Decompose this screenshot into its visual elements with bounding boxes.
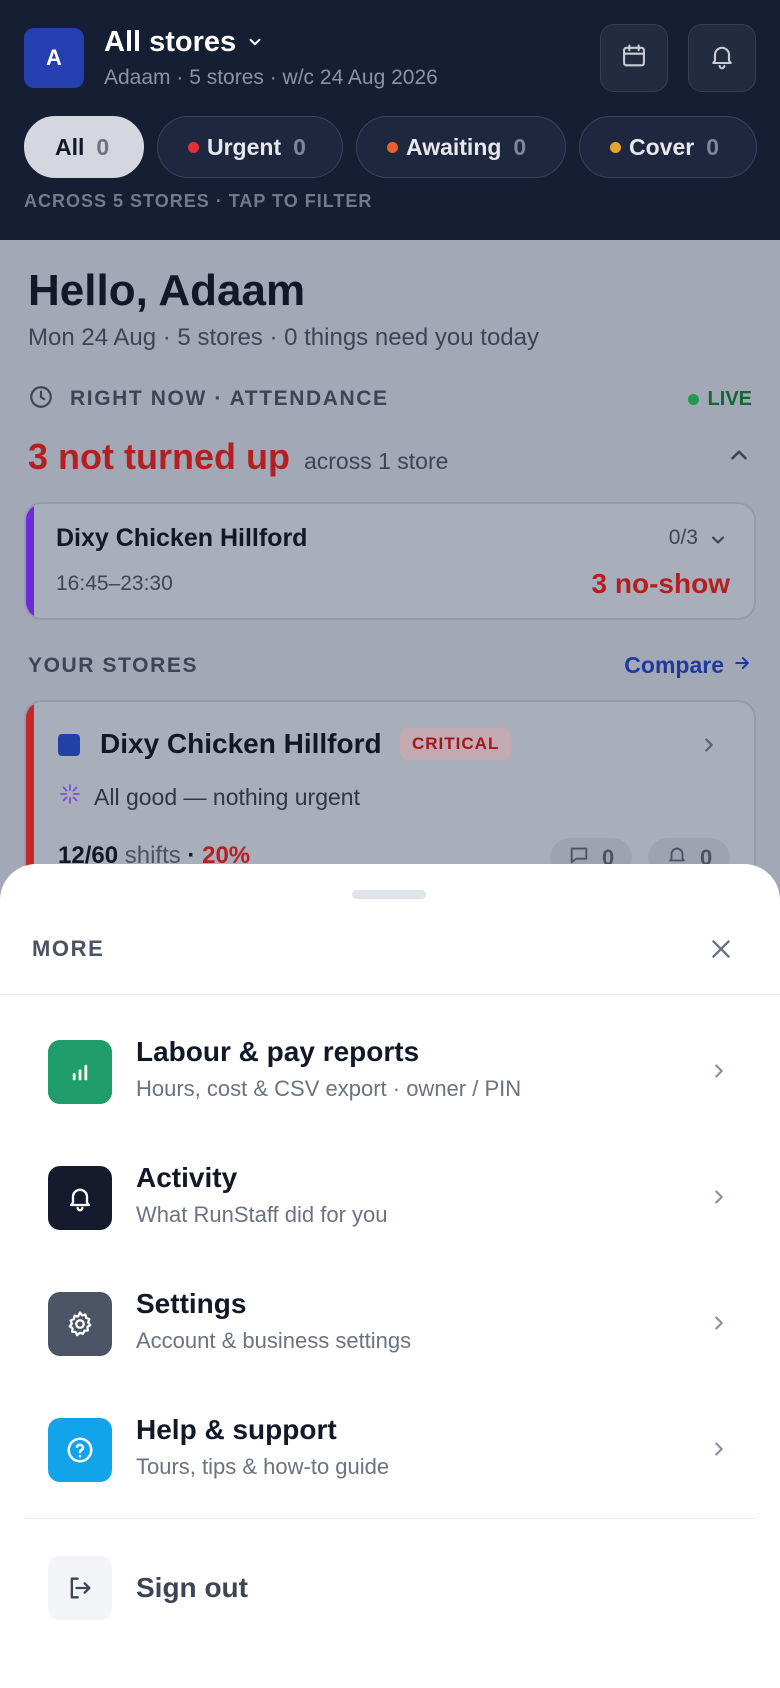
filter-chip-count: 0: [293, 133, 306, 160]
filter-chip-cover[interactable]: Cover 0: [579, 116, 757, 178]
sparkle-icon: [58, 782, 82, 812]
live-label: LIVE: [707, 387, 752, 410]
chevron-right-icon: [708, 1060, 730, 1087]
filter-chip-count: 0: [706, 133, 719, 160]
bell-icon: [48, 1166, 112, 1230]
critical-badge: CRITICAL: [400, 728, 512, 760]
compare-label: Compare: [624, 652, 724, 678]
menu-item-settings[interactable]: Settings Account & business settings: [48, 1284, 740, 1374]
awaiting-dot-icon: [387, 141, 398, 153]
menu-item-label: Settings: [136, 1288, 247, 1319]
calendar-button[interactable]: [600, 24, 668, 92]
menu-item-label: Labour & pay reports: [136, 1036, 420, 1067]
filter-chip-all[interactable]: All 0: [24, 116, 144, 178]
sheet-title: MORE: [32, 936, 105, 961]
filter-chip-count: 0: [513, 133, 527, 160]
sign-out-label: Sign out: [136, 1572, 248, 1603]
filter-chip-urgent[interactable]: Urgent 0: [157, 116, 343, 178]
greeting-subtitle: Mon 24 Aug · 5 stores · 0 things need yo…: [28, 324, 539, 351]
attendance-store-name: Dixy Chicken Hillford: [56, 524, 308, 552]
menu-item-sub: Tours, tips & how-to guide: [136, 1454, 390, 1479]
sheet-drag-handle[interactable]: [352, 890, 426, 899]
sign-out-button[interactable]: Sign out: [48, 1556, 740, 1626]
store-status: All good — nothing urgent: [58, 782, 360, 812]
stores-header: YOUR STORES Compare: [28, 652, 752, 679]
close-button[interactable]: [704, 934, 738, 968]
attendance-header: RIGHT NOW · ATTENDANCE LIVE: [28, 384, 752, 414]
store-selector[interactable]: All stores: [104, 26, 264, 59]
filter-chip-awaiting[interactable]: Awaiting 0: [356, 116, 566, 178]
arrow-right-icon: [732, 652, 752, 679]
filter-chip-label: Awaiting: [406, 133, 502, 160]
attendance-ratio: 0/3: [668, 526, 698, 549]
calendar-icon: [620, 42, 648, 75]
attendance-section-label: RIGHT NOW · ATTENDANCE: [70, 387, 389, 410]
store-status-text: All good — nothing urgent: [94, 783, 360, 810]
attendance-card-accent: [26, 504, 34, 618]
urgent-dot-icon: [188, 141, 199, 153]
filter-chip-label: Cover: [629, 133, 695, 160]
menu-item-labour-reports[interactable]: Labour & pay reports Hours, cost & CSV e…: [48, 1032, 740, 1122]
sheet-divider: [24, 1518, 756, 1519]
chevron-right-icon: [708, 1438, 730, 1465]
question-icon: [48, 1418, 112, 1482]
menu-item-sub: What RunStaff did for you: [136, 1202, 388, 1227]
bar-chart-icon: [48, 1040, 112, 1104]
compare-link[interactable]: Compare: [624, 652, 752, 679]
bell-icon: [708, 42, 736, 75]
not-turned-up-subtext: across 1 store: [303, 448, 449, 474]
not-turned-up-headline: 3 not turned up: [28, 436, 290, 477]
filter-chip-label: All: [55, 133, 85, 160]
attendance-summary[interactable]: 3 not turned up across 1 store: [28, 436, 752, 478]
chevron-up-icon[interactable]: [726, 442, 752, 473]
menu-item-help[interactable]: Help & support Tours, tips & how-to guid…: [48, 1410, 740, 1500]
attendance-card[interactable]: Dixy Chicken Hillford 16:45–23:30 0/3 3 …: [24, 502, 756, 620]
store-color-swatch: [58, 734, 80, 756]
no-show-count: 3 no-show: [591, 568, 730, 599]
store-card-name: Dixy Chicken Hillford: [100, 728, 382, 759]
menu-item-label: Activity: [136, 1162, 238, 1193]
live-indicator: LIVE: [687, 387, 752, 411]
top-header: A All stores Adaam · 5 stores · w/c 24 A…: [0, 0, 780, 240]
cover-dot-icon: [610, 141, 621, 153]
greeting-title: Hello, Adaam: [28, 266, 306, 315]
attendance-shift-time: 16:45–23:30: [56, 572, 173, 595]
menu-item-label: Help & support: [136, 1414, 337, 1445]
store-selector-label: All stores: [104, 26, 237, 58]
stores-section-label: YOUR STORES: [28, 653, 199, 677]
gear-icon: [48, 1292, 112, 1356]
chevron-down-icon[interactable]: [708, 530, 728, 555]
chevron-right-icon: [698, 734, 720, 761]
chevron-right-icon: [708, 1312, 730, 1339]
avatar[interactable]: A: [24, 28, 84, 88]
menu-item-activity[interactable]: Activity What RunStaff did for you: [48, 1158, 740, 1248]
filter-chip-label: Urgent: [207, 133, 282, 160]
more-sheet: MORE Labour & pay reports Hours, cost & …: [0, 864, 780, 1688]
clock-icon: [28, 384, 54, 415]
close-icon: [708, 936, 734, 967]
store-subtitle: Adaam · 5 stores · w/c 24 Aug 2026: [104, 66, 438, 89]
chevron-down-icon: [246, 26, 264, 59]
menu-item-sub: Hours, cost & CSV export · owner / PIN: [136, 1076, 522, 1101]
filter-chip-count: 0: [96, 133, 110, 160]
live-dot-icon: [687, 393, 699, 405]
sheet-divider: [0, 994, 780, 995]
filter-chips: All 0 Urgent 0 Awaiting 0 Cover 0: [24, 116, 757, 178]
filter-note: ACROSS 5 STORES · TAP TO FILTER: [24, 191, 373, 211]
menu-item-sub: Account & business settings: [136, 1328, 412, 1353]
sign-out-icon: [48, 1556, 112, 1620]
notifications-button[interactable]: [688, 24, 756, 92]
chevron-right-icon: [708, 1186, 730, 1213]
